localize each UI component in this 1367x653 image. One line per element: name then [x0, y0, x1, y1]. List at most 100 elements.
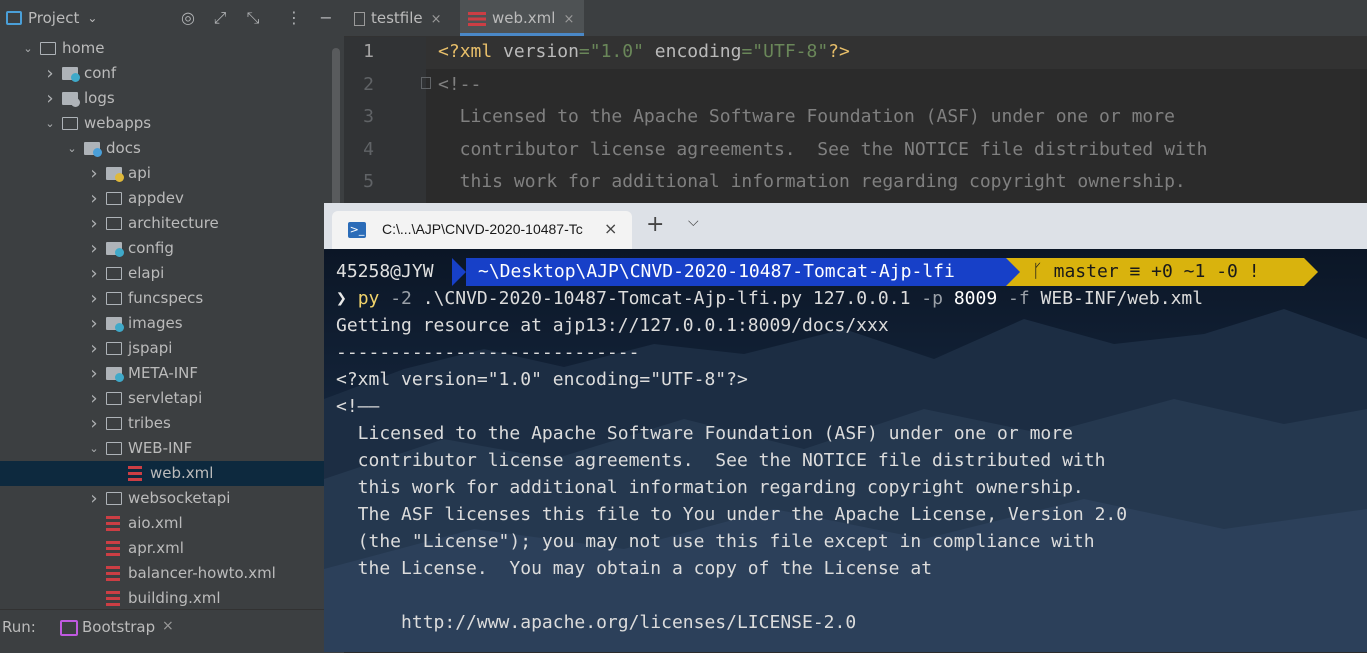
tree-item-web-inf[interactable]: ⌄ WEB-INF [0, 436, 332, 461]
output-line: http://www.apache.org/licenses/LICENSE-2… [336, 612, 857, 633]
tree-item-aio-xml[interactable]: aio.xml [0, 511, 332, 536]
tree-item-label: conf [84, 64, 117, 82]
terminal-window[interactable]: >_ C:\...\AJP\CNVD-2020-10487-Tc × + ⌵ 4… [324, 203, 1367, 652]
tree-item-config[interactable]: › config [0, 236, 332, 261]
folder-open-icon [106, 442, 122, 455]
chevron-right-icon[interactable]: › [88, 286, 100, 311]
chevron-down-icon[interactable]: ⌵ [688, 214, 699, 230]
tab-web-xml[interactable]: web.xml × [460, 0, 584, 36]
folder-badge-icon [71, 73, 80, 82]
chevron-down-icon[interactable]: ⌄ [87, 11, 97, 25]
close-icon[interactable]: × [604, 219, 617, 238]
new-tab-icon[interactable]: + [646, 212, 664, 237]
chevron-right-icon[interactable]: › [88, 311, 100, 336]
tree-item-webapps[interactable]: ⌄ webapps [0, 111, 332, 136]
chevron-right-icon[interactable]: › [88, 411, 100, 436]
folder-icon [40, 42, 56, 55]
project-view-icon[interactable] [6, 11, 22, 25]
chevron-right-icon[interactable]: › [88, 336, 100, 361]
tree-item-appdev[interactable]: › appdev [0, 186, 332, 211]
tree-item-logs[interactable]: › logs [0, 86, 332, 111]
project-tree: ⌄ home › conf › logs ⌄ webapps ⌄ docs › api › appdev ›… [0, 36, 332, 609]
tree-item-elapi[interactable]: › elapi [0, 261, 332, 286]
output-line: Licensed to the Apache Software Foundati… [336, 423, 1073, 444]
chevron-down-icon[interactable]: ⌄ [88, 436, 100, 461]
code-line-1: <?xml version="1.0" encoding="UTF-8"?> [438, 41, 850, 62]
chevron-right-icon[interactable]: › [88, 161, 100, 186]
terminal-tab[interactable]: >_ C:\...\AJP\CNVD-2020-10487-Tc × [332, 211, 632, 249]
chevron-right-icon[interactable]: › [44, 61, 56, 86]
tree-item-servletapi[interactable]: › servletapi [0, 386, 332, 411]
tree-item-jspapi[interactable]: › jspapi [0, 336, 332, 361]
command-flag: -f [1008, 288, 1030, 309]
tree-item-label: docs [106, 139, 141, 157]
collapse-all-icon[interactable]: ⤡ [243, 8, 263, 28]
tree-item-funcspecs[interactable]: › funcspecs [0, 286, 332, 311]
code-editor[interactable]: 1 2 3 4 5 <?xml version="1.0" encoding="… [344, 37, 1367, 203]
hide-panel-icon[interactable]: − [316, 8, 336, 28]
tree-item-label: websocketapi [128, 489, 231, 507]
locate-target-icon[interactable]: ◎ [178, 8, 198, 28]
tree-item-balancer-howto-xml[interactable]: balancer-howto.xml [0, 561, 332, 586]
tree-item-apr-xml[interactable]: apr.xml [0, 536, 332, 561]
code-line-3: Licensed to the Apache Software Foundati… [438, 106, 1175, 127]
chevron-right-icon[interactable]: › [88, 386, 100, 411]
line-number: 3 [363, 106, 374, 127]
code-line-5: this work for additional information reg… [438, 171, 1186, 192]
powershell-icon: >_ [348, 222, 366, 238]
output-line: Getting resource at ajp13://127.0.0.1:80… [336, 315, 889, 336]
folder-icon [106, 192, 122, 205]
run-tab-bootstrap[interactable]: Bootstrap × [56, 610, 176, 644]
tree-item-building-xml[interactable]: building.xml [0, 586, 332, 609]
tree-item-label: tribes [128, 414, 171, 432]
chevron-right-icon[interactable]: › [88, 186, 100, 211]
editor-tab-bar: testfile × web.xml × [344, 0, 1367, 37]
close-icon[interactable]: × [162, 618, 174, 634]
expand-all-icon[interactable]: ⤢ [210, 8, 230, 28]
tree-item-label: api [128, 164, 151, 182]
folder-badge-icon [93, 148, 102, 157]
folder-icon [84, 142, 102, 157]
command-port: 8009 [953, 288, 998, 309]
tree-item-docs[interactable]: ⌄ docs [0, 136, 332, 161]
tab-testfile[interactable]: testfile × [354, 0, 460, 36]
fold-marker-icon[interactable] [421, 77, 431, 89]
output-line: contributor license agreements. See the … [336, 450, 1106, 471]
terminal-tab-title: C:\...\AJP\CNVD-2020-10487-Tc [382, 221, 583, 237]
chevron-right-icon[interactable]: › [88, 236, 100, 261]
tree-item-images[interactable]: › images [0, 311, 332, 336]
folder-icon [106, 392, 122, 405]
close-icon[interactable]: × [431, 12, 442, 27]
output-line: the License. You may obtain a copy of th… [336, 558, 933, 579]
output-line: <?xml version="1.0" encoding="UTF-8"?> [336, 369, 748, 390]
tree-item-conf[interactable]: › conf [0, 61, 332, 86]
tree-item-tribes[interactable]: › tribes [0, 411, 332, 436]
chevron-right-icon[interactable]: › [44, 86, 56, 111]
tree-item-label: WEB-INF [128, 439, 193, 457]
chevron-right-icon[interactable]: › [88, 261, 100, 286]
tree-item-web-xml[interactable]: web.xml [0, 461, 332, 486]
run-tab-label: Bootstrap [82, 618, 156, 636]
chevron-down-icon[interactable]: ⌄ [66, 136, 78, 161]
chevron-right-icon[interactable]: › [88, 211, 100, 236]
tree-item-label: apr.xml [128, 539, 184, 557]
project-view-selector[interactable]: Project [28, 9, 79, 27]
output-line: <!—— [336, 396, 380, 417]
folder-icon [106, 342, 122, 355]
close-icon[interactable]: × [563, 12, 574, 27]
tree-item-websocketapi[interactable]: › websocketapi [0, 486, 332, 511]
tree-item-api[interactable]: › api [0, 161, 332, 186]
more-options-icon[interactable]: ⋮ [284, 8, 304, 28]
chevron-right-icon[interactable]: › [88, 486, 100, 511]
output-line: this work for additional information reg… [336, 477, 1084, 498]
chevron-down-icon[interactable]: ⌄ [22, 36, 34, 61]
tree-item-label: config [128, 239, 174, 257]
tree-item-architecture[interactable]: › architecture [0, 211, 332, 236]
tree-item-meta-inf[interactable]: › META-INF [0, 361, 332, 386]
command-exe: py [357, 288, 380, 309]
chevron-right-icon[interactable]: › [88, 361, 100, 386]
tree-item-home[interactable]: ⌄ home [0, 36, 332, 61]
folder-icon [106, 292, 122, 305]
chevron-down-icon[interactable]: ⌄ [44, 111, 56, 136]
line-number: 2 [363, 74, 374, 95]
